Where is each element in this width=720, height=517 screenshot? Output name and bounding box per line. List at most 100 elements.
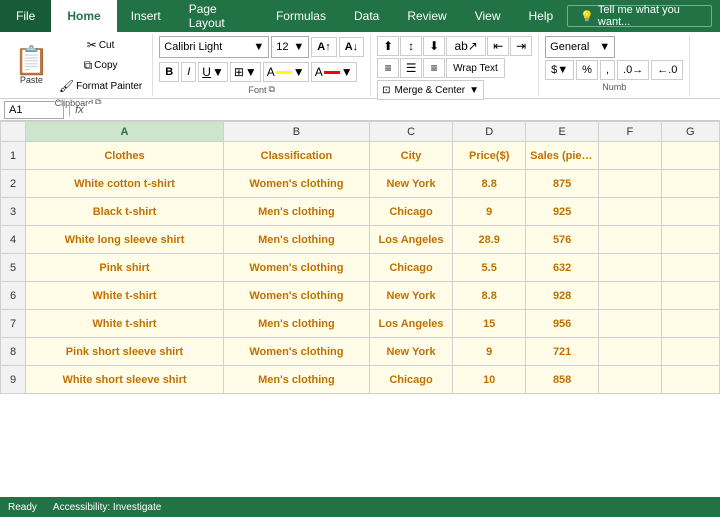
cell-f[interactable]: [599, 282, 662, 310]
row-num[interactable]: 4: [1, 226, 26, 254]
cell-g[interactable]: [661, 170, 719, 198]
col-g-header[interactable]: G: [661, 122, 719, 142]
cell-b[interactable]: Men's clothing: [223, 310, 369, 338]
tell-me-box[interactable]: 💡 Tell me what you want...: [567, 5, 712, 27]
cell-c[interactable]: Chicago: [369, 198, 452, 226]
cell-g[interactable]: [661, 282, 719, 310]
cell-g[interactable]: [661, 142, 719, 170]
cell-b[interactable]: Women's clothing: [223, 254, 369, 282]
font-size-selector[interactable]: 12 ▼: [271, 36, 309, 58]
cell-b[interactable]: Women's clothing: [223, 338, 369, 366]
cell-g[interactable]: [661, 198, 719, 226]
col-c-header[interactable]: C: [369, 122, 452, 142]
cell-reference-box[interactable]: A1: [4, 101, 64, 119]
home-tab[interactable]: Home: [51, 0, 116, 32]
data-tab[interactable]: Data: [340, 0, 393, 32]
cell-d[interactable]: 9: [453, 338, 526, 366]
cell-a[interactable]: White t-shirt: [26, 310, 224, 338]
col-e-header[interactable]: E: [526, 122, 599, 142]
cell-g[interactable]: [661, 366, 719, 394]
cell-a[interactable]: Pink short sleeve shirt: [26, 338, 224, 366]
cell-a[interactable]: Black t-shirt: [26, 198, 224, 226]
align-center-button[interactable]: ☰: [400, 58, 422, 78]
cell-f[interactable]: [599, 254, 662, 282]
cell-f[interactable]: [599, 226, 662, 254]
align-middle-button[interactable]: ↕: [400, 36, 422, 56]
cell-c[interactable]: Chicago: [369, 254, 452, 282]
cell-c[interactable]: New York: [369, 170, 452, 198]
cell-g[interactable]: [661, 338, 719, 366]
cell-d[interactable]: 8.8: [453, 282, 526, 310]
cell-d[interactable]: 10: [453, 366, 526, 394]
cell-c[interactable]: New York: [369, 282, 452, 310]
help-tab[interactable]: Help: [515, 0, 568, 32]
border-button[interactable]: ⊞ ▼: [230, 62, 261, 82]
cell-e[interactable]: 925: [526, 198, 599, 226]
cell-b[interactable]: Classification: [223, 142, 369, 170]
cell-d[interactable]: 8.8: [453, 170, 526, 198]
font-name-selector[interactable]: Calibri Light ▼: [159, 36, 269, 58]
review-tab[interactable]: Review: [393, 0, 460, 32]
bold-button[interactable]: B: [159, 62, 179, 82]
spreadsheet[interactable]: A B C D E F G 1ClothesClassificationCity…: [0, 121, 720, 497]
wrap-text-button[interactable]: Wrap Text: [446, 58, 505, 78]
cell-e[interactable]: 721: [526, 338, 599, 366]
paste-button[interactable]: 📋 Paste: [10, 45, 53, 87]
cell-a[interactable]: Clothes: [26, 142, 224, 170]
comma-button[interactable]: ,: [600, 60, 615, 80]
cell-c[interactable]: Los Angeles: [369, 310, 452, 338]
row-num[interactable]: 8: [1, 338, 26, 366]
cell-c[interactable]: Chicago: [369, 366, 452, 394]
cell-e[interactable]: 576: [526, 226, 599, 254]
cell-a[interactable]: Pink shirt: [26, 254, 224, 282]
cell-f[interactable]: [599, 310, 662, 338]
format-painter-button[interactable]: 🖌 Format Painter: [55, 77, 146, 95]
file-tab[interactable]: File: [0, 0, 51, 32]
cell-e[interactable]: 956: [526, 310, 599, 338]
cell-b[interactable]: Men's clothing: [223, 226, 369, 254]
cell-d[interactable]: 9: [453, 198, 526, 226]
cell-g[interactable]: [661, 254, 719, 282]
cell-b[interactable]: Men's clothing: [223, 198, 369, 226]
cell-d[interactable]: 15: [453, 310, 526, 338]
cell-a[interactable]: White long sleeve shirt: [26, 226, 224, 254]
align-top-button[interactable]: ⬆: [377, 36, 399, 56]
copy-button[interactable]: ⧉ Copy: [55, 56, 146, 75]
cell-g[interactable]: [661, 226, 719, 254]
row-num[interactable]: 3: [1, 198, 26, 226]
currency-button[interactable]: $▼: [545, 60, 574, 80]
row-num[interactable]: 6: [1, 282, 26, 310]
cell-f[interactable]: [599, 338, 662, 366]
orientation-button[interactable]: ab↗: [446, 36, 486, 56]
page-layout-tab[interactable]: Page Layout: [175, 0, 262, 32]
cell-c[interactable]: City: [369, 142, 452, 170]
cell-f[interactable]: [599, 366, 662, 394]
view-tab[interactable]: View: [461, 0, 515, 32]
italic-button[interactable]: I: [181, 62, 196, 82]
cell-e[interactable]: 632: [526, 254, 599, 282]
cell-b[interactable]: Men's clothing: [223, 366, 369, 394]
cell-e[interactable]: Sales (pieces): [526, 142, 599, 170]
cell-b[interactable]: Women's clothing: [223, 170, 369, 198]
row-num[interactable]: 9: [1, 366, 26, 394]
increase-decimal-button[interactable]: .0→: [617, 60, 649, 80]
cell-a[interactable]: White cotton t-shirt: [26, 170, 224, 198]
percent-button[interactable]: %: [576, 60, 598, 80]
col-b-header[interactable]: B: [223, 122, 369, 142]
row-num[interactable]: 1: [1, 142, 26, 170]
number-format-selector[interactable]: General ▼: [545, 36, 615, 58]
row-num[interactable]: 5: [1, 254, 26, 282]
indent-decrease-button[interactable]: ⇤: [487, 36, 509, 56]
cell-c[interactable]: Los Angeles: [369, 226, 452, 254]
cell-b[interactable]: Women's clothing: [223, 282, 369, 310]
cell-d[interactable]: 5.5: [453, 254, 526, 282]
cell-f[interactable]: [599, 170, 662, 198]
row-num[interactable]: 2: [1, 170, 26, 198]
indent-increase-button[interactable]: ⇥: [510, 36, 532, 56]
cell-f[interactable]: [599, 142, 662, 170]
cut-button[interactable]: ✂ Cut: [55, 36, 146, 54]
merge-center-button[interactable]: ⊡ Merge & Center ▼: [377, 80, 484, 100]
decrease-decimal-button[interactable]: ←.0: [651, 60, 683, 80]
decrease-font-button[interactable]: A↓: [339, 37, 364, 57]
fill-color-button[interactable]: A ▼: [263, 62, 309, 82]
